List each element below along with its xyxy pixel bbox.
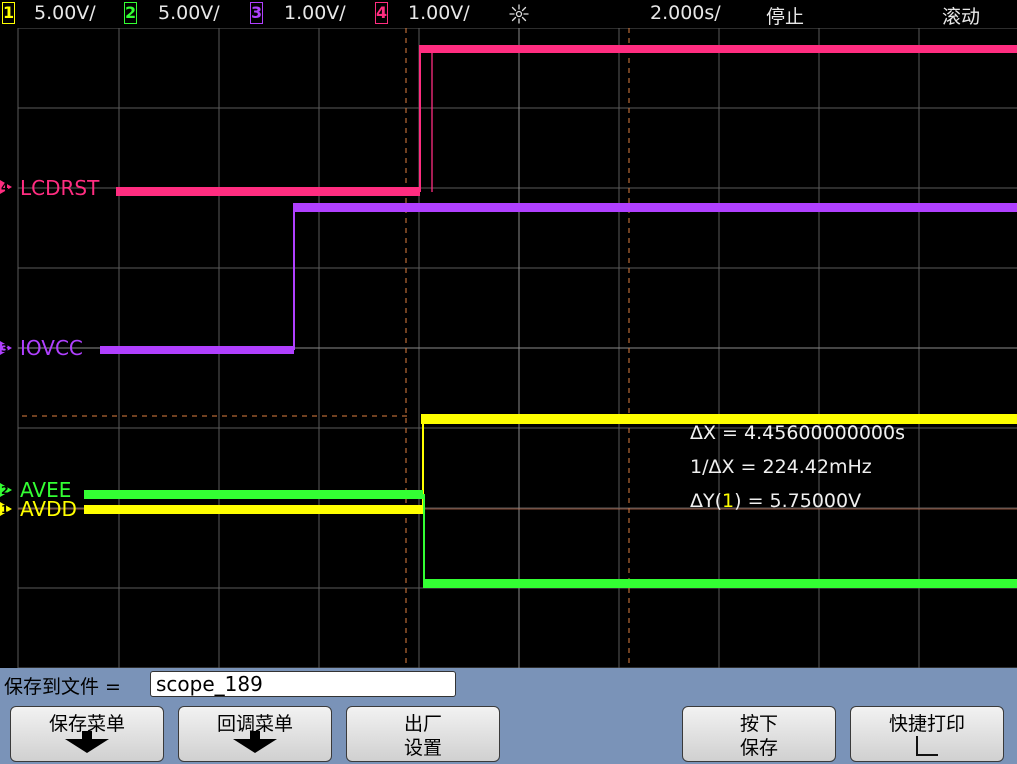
- softkey-panel: 保存到文件 = scope_189 保存菜单 回调菜单 出厂 设置 按下 保存 …: [0, 668, 1017, 764]
- delta-y-channel: 1: [722, 490, 735, 512]
- acquisition-icon: [509, 4, 529, 24]
- checkbox-icon: [916, 736, 938, 756]
- press-to-save-label-2: 保存: [739, 737, 778, 759]
- run-state: 停止: [766, 6, 805, 28]
- save-to-file-label: 保存到文件 =: [4, 676, 121, 698]
- measurement-delta-x: ΔX = 4.45600000000s: [690, 422, 906, 444]
- trace-lcdrst: [116, 45, 1017, 196]
- recall-menu-button[interactable]: 回调菜单: [178, 706, 332, 762]
- filename-field[interactable]: scope_189: [150, 671, 456, 697]
- channel-1-indicator[interactable]: 1: [2, 2, 15, 24]
- factory-setup-button[interactable]: 出厂 设置: [346, 706, 500, 762]
- trace-label-iovcc: IOVCC: [20, 336, 83, 360]
- status-bar: 1 5.00V/ 2 5.00V/ 3 1.00V/ 4 1.00V/ 2.00…: [0, 0, 1017, 28]
- channel-4-indicator[interactable]: 4: [375, 2, 388, 24]
- channel-1-ground-marker[interactable]: 1: [0, 502, 12, 516]
- arrow-down-icon: [65, 731, 109, 753]
- trace-label-avdd: AVDD: [20, 497, 77, 521]
- measurement-inverse-delta-x: 1/ΔX = 224.42mHz: [690, 456, 872, 478]
- quick-print-label: 快捷打印: [888, 713, 965, 735]
- channel-2-indicator[interactable]: 2: [124, 2, 137, 24]
- channel-2-ground-marker[interactable]: 2: [0, 483, 12, 497]
- acquisition-mode: 滚动: [942, 6, 981, 28]
- svg-text:2: 2: [1, 484, 9, 497]
- press-to-save-button[interactable]: 按下 保存: [682, 706, 836, 762]
- channel-4-ground-marker[interactable]: 4: [0, 180, 12, 194]
- trace-label-lcdrst: LCDRST: [20, 176, 100, 200]
- factory-setup-label-1: 出厂: [403, 713, 442, 735]
- channel-2-scale: 5.00V/: [158, 2, 220, 24]
- graticule-and-traces: 4 3 2 1: [0, 28, 1017, 668]
- trace-avee: [84, 490, 1017, 588]
- channel-1-scale: 5.00V/: [34, 2, 96, 24]
- factory-setup-label-2: 设置: [403, 737, 442, 759]
- waveform-display: 4 3 2 1 LCDRST IOVCC AVEE AVDD ΔX = 4.45…: [0, 28, 1017, 668]
- channel-4-scale: 1.00V/: [408, 2, 470, 24]
- channel-3-scale: 1.00V/: [284, 2, 346, 24]
- svg-text:4: 4: [1, 181, 9, 194]
- press-to-save-label-1: 按下: [739, 713, 778, 735]
- delta-y-suffix: ) = 5.75000V: [734, 490, 862, 512]
- quick-print-button[interactable]: 快捷打印: [850, 706, 1004, 762]
- save-menu-button[interactable]: 保存菜单: [10, 706, 164, 762]
- channel-3-indicator[interactable]: 3: [250, 2, 263, 24]
- svg-text:3: 3: [1, 342, 9, 355]
- delta-y-prefix: ΔY(: [690, 490, 723, 512]
- channel-3-ground-marker[interactable]: 3: [0, 341, 12, 355]
- svg-text:1: 1: [1, 503, 9, 516]
- trace-iovcc: [100, 203, 1017, 354]
- arrow-down-icon: [233, 731, 277, 753]
- timebase-scale: 2.000s/: [650, 2, 721, 24]
- measurement-delta-y: ΔY(1) = 5.75000V: [690, 490, 861, 512]
